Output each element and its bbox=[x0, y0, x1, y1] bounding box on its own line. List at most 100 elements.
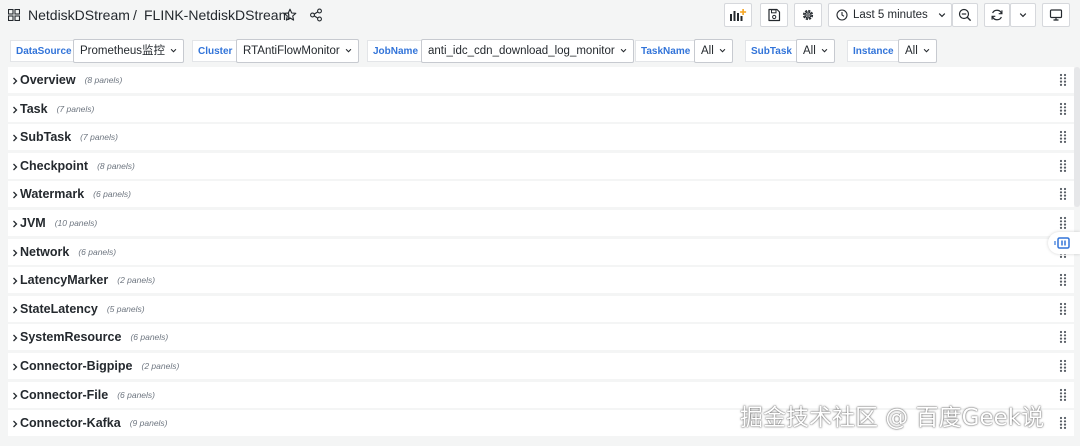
drag-handle-icon[interactable] bbox=[1059, 159, 1067, 173]
time-picker-button[interactable]: Last 5 minutes bbox=[828, 3, 952, 27]
row-panel-count: (10 panels) bbox=[54, 218, 98, 228]
row-title-text: SystemResource bbox=[20, 330, 122, 345]
row-title: Checkpoint (8 panels) bbox=[20, 159, 135, 173]
zoom-out-button[interactable] bbox=[952, 3, 978, 27]
variable-label-cluster: Cluster bbox=[192, 40, 239, 62]
variable-value: All bbox=[803, 45, 816, 57]
monitor-icon bbox=[1049, 9, 1063, 21]
variable-label-jobname: JobName bbox=[367, 40, 425, 62]
drag-handle-icon[interactable] bbox=[1059, 359, 1067, 373]
row-jvm[interactable]: JVM (10 panels) bbox=[8, 210, 1074, 236]
chevron-right-icon bbox=[13, 191, 18, 199]
add-panel-icon bbox=[730, 9, 747, 21]
refresh-button[interactable] bbox=[984, 3, 1010, 27]
row-panel-count: (6 panels) bbox=[117, 389, 156, 400]
tv-mode-button[interactable] bbox=[1042, 3, 1070, 27]
variable-value: RTAntiFlowMonitor bbox=[243, 45, 340, 57]
chevron-right-icon bbox=[13, 220, 18, 228]
settings-button[interactable] bbox=[794, 3, 822, 27]
row-task[interactable]: Task (7 panels) bbox=[8, 95, 1074, 122]
drag-handle-icon[interactable] bbox=[1059, 416, 1067, 430]
drag-handle-icon[interactable] bbox=[1059, 187, 1067, 201]
row-panel-count: (5 panels) bbox=[106, 303, 145, 314]
row-connector-bigpipe[interactable]: Connector-Bigpipe (2 panels) bbox=[8, 353, 1074, 379]
row-panel-count: (9 panels) bbox=[129, 418, 168, 429]
variable-label-instance: Instance bbox=[847, 40, 900, 62]
star-icon[interactable] bbox=[283, 8, 297, 22]
row-title: LatencyMarker (2 panels) bbox=[20, 273, 155, 287]
side-panel-toggle[interactable] bbox=[1048, 232, 1080, 254]
row-overview[interactable]: Overview (8 panels) bbox=[8, 67, 1074, 93]
drag-handle-icon[interactable] bbox=[1059, 302, 1067, 316]
row-title-text: Task bbox=[20, 101, 48, 116]
chevron-right-icon bbox=[13, 163, 18, 171]
dashboard-navbar: NetdiskDStream / FLINK-NetdiskDStream La… bbox=[0, 0, 1080, 30]
breadcrumb-folder[interactable]: NetdiskDStream bbox=[28, 7, 130, 23]
panel-toggle-icon bbox=[1054, 237, 1070, 249]
chevron-right-icon bbox=[13, 334, 18, 342]
row-panel-count: (6 panels) bbox=[130, 332, 169, 343]
row-title-text: Connector-Bigpipe bbox=[20, 359, 133, 373]
dashboard-title[interactable]: FLINK-NetdiskDStream bbox=[144, 7, 290, 23]
share-icon[interactable] bbox=[309, 8, 323, 22]
drag-handle-icon[interactable] bbox=[1059, 388, 1067, 402]
page-scrollbar[interactable] bbox=[1074, 67, 1080, 207]
drag-handle-icon[interactable] bbox=[1059, 273, 1067, 287]
row-panel-count: (2 panels) bbox=[141, 361, 180, 371]
drag-handle-icon[interactable] bbox=[1059, 330, 1067, 344]
variable-select-datasource[interactable]: Prometheus监控 bbox=[73, 39, 185, 63]
refresh-icon bbox=[991, 9, 1003, 21]
zoom-out-icon bbox=[958, 8, 972, 22]
drag-handle-icon[interactable] bbox=[1059, 102, 1067, 116]
row-subtask[interactable]: SubTask (7 panels) bbox=[8, 124, 1074, 151]
row-title: Overview (8 panels) bbox=[20, 73, 122, 87]
breadcrumb-separator: / bbox=[133, 7, 137, 23]
save-button[interactable] bbox=[760, 3, 788, 27]
row-statelatency[interactable]: StateLatency (5 panels) bbox=[8, 295, 1074, 322]
drag-handle-icon[interactable] bbox=[1059, 130, 1067, 144]
variable-label-taskname: TaskName bbox=[635, 40, 697, 62]
variable-label-datasource: DataSource bbox=[10, 40, 78, 62]
row-title: Connector-File (6 panels) bbox=[20, 388, 155, 402]
chevron-right-icon bbox=[13, 392, 18, 400]
grid-icon[interactable] bbox=[8, 9, 20, 21]
row-title-text: SubTask bbox=[20, 130, 72, 145]
row-systemresource[interactable]: SystemResource (6 panels) bbox=[8, 324, 1074, 351]
row-title-text: Connector-File bbox=[20, 387, 109, 402]
row-title: StateLatency (5 panels) bbox=[20, 302, 145, 316]
variable-value: anti_idc_cdn_download_log_monitor bbox=[428, 45, 615, 57]
refresh-interval-dropdown[interactable] bbox=[1010, 3, 1036, 27]
variable-select-instance[interactable]: All bbox=[898, 39, 937, 63]
drag-handle-icon[interactable] bbox=[1059, 216, 1067, 230]
site-watermark: 掘金技术社区 @ 百度Geek说 bbox=[740, 405, 1045, 431]
drag-handle-icon[interactable] bbox=[1059, 73, 1067, 87]
row-title-text: StateLatency bbox=[20, 301, 98, 316]
variable-label-subtask: SubTask bbox=[745, 40, 798, 62]
row-network[interactable]: Network (6 panels) bbox=[8, 238, 1074, 265]
variable-select-cluster[interactable]: RTAntiFlowMonitor bbox=[236, 39, 359, 63]
variable-select-taskname[interactable]: All bbox=[694, 39, 733, 63]
row-title: Connector-Kafka (9 panels) bbox=[20, 416, 168, 430]
row-panel-count: (6 panels) bbox=[93, 189, 131, 200]
variable-select-jobname[interactable]: anti_idc_cdn_download_log_monitor bbox=[421, 39, 634, 63]
chevron-right-icon bbox=[13, 249, 18, 257]
row-latencymarker[interactable]: LatencyMarker (2 panels) bbox=[8, 267, 1074, 294]
gear-icon bbox=[802, 9, 814, 21]
variable-value: Prometheus监控 bbox=[80, 45, 166, 57]
variable-select-subtask[interactable]: All bbox=[796, 39, 835, 63]
chevron-right-icon bbox=[13, 363, 18, 371]
template-variables-bar: DataSource Prometheus监控 Cluster RTAntiFl… bbox=[0, 36, 1080, 66]
row-panel-count: (7 panels) bbox=[80, 132, 118, 143]
chevron-right-icon bbox=[13, 106, 18, 114]
row-watermark[interactable]: Watermark (6 panels) bbox=[8, 181, 1074, 208]
chevron-down-icon bbox=[620, 49, 627, 53]
add-panel-button[interactable] bbox=[724, 3, 752, 27]
variable-value: All bbox=[905, 45, 918, 57]
chevron-right-icon bbox=[13, 77, 18, 85]
chevron-right-icon bbox=[13, 420, 18, 428]
save-icon bbox=[768, 8, 781, 22]
row-title: SubTask (7 panels) bbox=[20, 130, 118, 144]
row-checkpoint[interactable]: Checkpoint (8 panels) bbox=[8, 152, 1074, 179]
chevron-down-icon bbox=[938, 13, 946, 18]
row-title-text: Overview bbox=[20, 73, 76, 87]
